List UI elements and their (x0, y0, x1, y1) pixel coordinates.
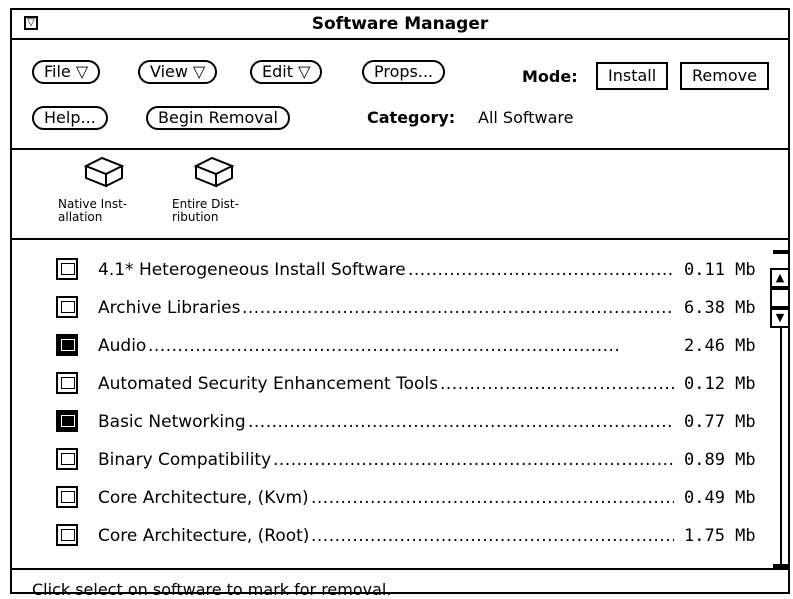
icon-inner-shape (61, 339, 75, 351)
package-name: Audio (98, 336, 147, 356)
scroll-track[interactable] (780, 328, 782, 564)
list-item[interactable]: Audio...................................… (24, 324, 770, 362)
package-icon (56, 524, 78, 546)
package-name: Binary Compatibility (98, 450, 272, 470)
package-icon[interactable] (192, 154, 236, 188)
icon-inner-shape (61, 301, 75, 313)
title-bar: ▽ Software Manager (12, 10, 788, 40)
icon-inner-shape (61, 453, 75, 465)
package-icon[interactable] (82, 154, 126, 188)
mode-remove-option[interactable]: Remove (680, 62, 769, 90)
list-item[interactable]: Automated Security Enhancement Tools....… (24, 362, 770, 400)
icon-inner-shape (61, 529, 75, 541)
package-name: Core Architecture, (Root) (98, 526, 310, 546)
package-icon (56, 486, 78, 508)
toolbar-separator (12, 148, 788, 150)
scrollbar-top-cap[interactable] (773, 250, 789, 254)
icon-inner-shape (61, 491, 75, 503)
software-manager-window: ▽ Software Manager File ▽ View ▽ Edit ▽ … (10, 8, 792, 599)
list-separator (12, 238, 788, 240)
package-size: 6.38 Mb (684, 298, 756, 318)
icon-inner-shape (61, 415, 75, 427)
native-installation-label: Native Inst- allation (58, 197, 128, 224)
mode-label: Mode: (522, 67, 578, 86)
cluster-icon (56, 410, 78, 432)
package-name: Basic Networking (98, 412, 246, 432)
props-button[interactable]: Props... (362, 60, 446, 84)
package-size: 0.11 Mb (684, 260, 756, 280)
file-menu-button[interactable]: File ▽ (32, 60, 101, 84)
scroll-down-icon[interactable]: ▼ (770, 308, 790, 328)
leader-dots: ........................................… (408, 260, 674, 280)
leader-dots: ........................................… (248, 412, 674, 432)
list-item[interactable]: 4.1* Heterogeneous Install Software.....… (24, 248, 770, 286)
list-item[interactable]: Core Architecture, (Root)...............… (24, 514, 770, 552)
package-icon (56, 448, 78, 470)
package-size: 0.12 Mb (684, 374, 756, 394)
leader-dots: ........................................… (242, 298, 674, 318)
window-title: Software Manager (311, 14, 489, 34)
package-name: Core Architecture, (Kvm) (98, 488, 309, 508)
list-item[interactable]: Basic Networking........................… (24, 400, 770, 438)
package-icon (56, 372, 78, 394)
scroll-up-icon[interactable]: ▲ (770, 268, 790, 288)
footer-separator (12, 568, 788, 570)
leader-dots: ........................................… (311, 488, 674, 508)
package-icon (56, 258, 78, 280)
mode-install-option[interactable]: Install (596, 62, 669, 90)
help-button[interactable]: Help... (32, 106, 108, 130)
cluster-icon (56, 334, 78, 356)
leader-dots: ........................................… (273, 450, 674, 470)
package-name: 4.1* Heterogeneous Install Software (98, 260, 406, 280)
package-size: 0.77 Mb (684, 412, 756, 432)
package-size: 0.89 Mb (684, 450, 756, 470)
package-name: Archive Libraries (98, 298, 241, 318)
scroll-drag-handle[interactable] (770, 288, 790, 308)
status-message: Click select on software to mark for rem… (32, 580, 392, 599)
list-item[interactable]: Binary Compatibility....................… (24, 438, 770, 476)
package-name: Automated Security Enhancement Tools (98, 374, 439, 394)
package-size: 0.49 Mb (684, 488, 756, 508)
package-icon (56, 296, 78, 318)
software-list: 4.1* Heterogeneous Install Software.....… (24, 248, 770, 568)
edit-menu-button[interactable]: Edit ▽ (250, 60, 323, 84)
leader-dots: ........................................… (148, 336, 621, 356)
list-item[interactable]: Core Architecture, (Kvm)................… (24, 476, 770, 514)
list-item[interactable]: Archive Libraries.......................… (24, 286, 770, 324)
category-value: All Software (478, 108, 574, 127)
icon-inner-shape (61, 263, 75, 275)
entire-distribution-label: Entire Dist- ribution (172, 197, 239, 224)
package-size: 1.75 Mb (684, 526, 756, 546)
package-size: 2.46 Mb (684, 336, 756, 356)
vertical-scrollbar[interactable]: ▲ ▼ (770, 250, 792, 578)
view-menu-button[interactable]: View ▽ (138, 60, 218, 84)
begin-removal-button[interactable]: Begin Removal (146, 106, 290, 130)
category-label: Category: (367, 108, 456, 127)
leader-dots: ........................................… (311, 526, 674, 546)
icon-inner-shape (61, 377, 75, 389)
leader-dots: ........................................… (440, 374, 674, 394)
